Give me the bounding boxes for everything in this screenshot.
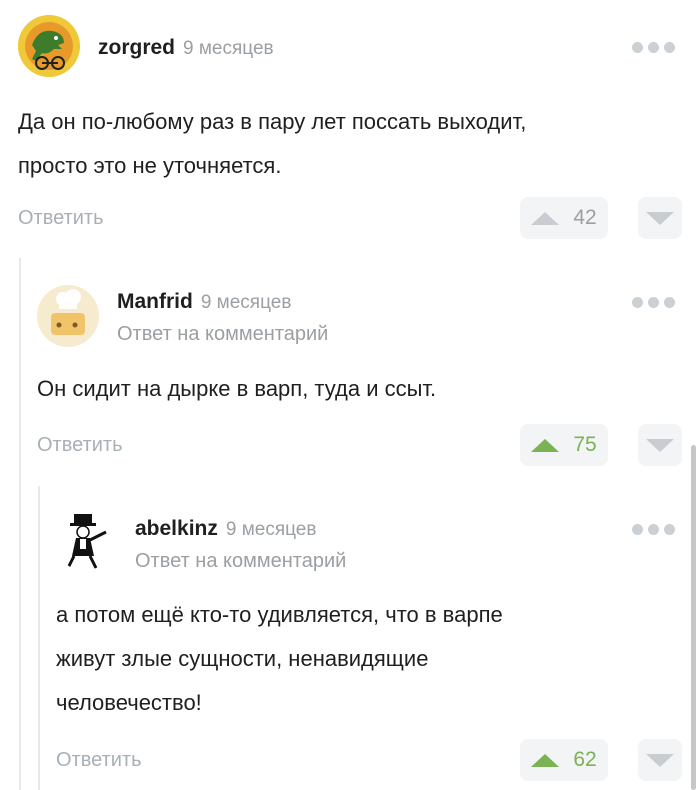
author-name[interactable]: abelkinz <box>135 517 218 540</box>
comment-time: 9 месяцев <box>200 292 292 313</box>
reply-to-comment-link[interactable]: комментарий <box>205 323 328 345</box>
downvote-icon <box>646 211 674 225</box>
monopoly-man-icon <box>56 510 118 572</box>
comment-text-line: а потом ещё кто-то удивляется, что в вар… <box>56 602 503 627</box>
comment-text-line: человечество! <box>56 690 202 715</box>
more-options-icon[interactable] <box>632 294 684 310</box>
vote-score: 62 <box>573 748 597 771</box>
more-options-icon[interactable] <box>632 39 684 55</box>
more-options-icon[interactable] <box>632 521 684 537</box>
avatar[interactable] <box>56 510 118 572</box>
reply-to-comment-link[interactable]: комментарий <box>223 550 346 572</box>
upvote-icon <box>531 753 560 767</box>
reply-button[interactable]: Ответить <box>18 207 104 230</box>
vote-score: 42 <box>573 206 597 229</box>
comment-text: Да он по-любому раз в пару лет поссать в… <box>18 100 678 188</box>
thread-line-level-2 <box>38 486 40 790</box>
reply-button[interactable]: Ответить <box>37 434 123 457</box>
upvote-button[interactable]: 75 <box>520 424 608 466</box>
avatar[interactable] <box>18 15 80 77</box>
comment-text-line: Да он по-любому раз в пару лет поссать в… <box>18 109 527 134</box>
vote-score: 75 <box>573 433 597 456</box>
comment-author[interactable]: Manfrid 9 месяцев <box>117 290 291 314</box>
comment-text-line: Он сидит на дырке в варп, туда и ссыт. <box>37 376 437 401</box>
avatar[interactable] <box>37 285 99 347</box>
comment-time: 9 месяцев <box>183 38 274 59</box>
cheese-chef-icon <box>37 285 99 347</box>
downvote-icon <box>646 438 674 452</box>
reply-button[interactable]: Ответить <box>56 749 142 772</box>
downvote-button[interactable] <box>638 197 682 239</box>
reply-to-prefix: Ответ на <box>117 323 200 345</box>
comment-text: а потом ещё кто-то удивляется, что в вар… <box>56 593 676 725</box>
comment-time: 9 месяцев <box>225 519 317 540</box>
reply-to-prefix: Ответ на <box>135 550 218 572</box>
downvote-button[interactable] <box>638 739 682 781</box>
comment-text-line: живут злые сущности, ненавидящие <box>56 646 429 671</box>
reply-to-line: Ответ на комментарий <box>117 323 328 346</box>
downvote-icon <box>646 753 674 767</box>
upvote-icon <box>531 211 560 225</box>
author-name[interactable]: zorgred <box>98 36 175 59</box>
author-name[interactable]: Manfrid <box>117 290 193 313</box>
downvote-button[interactable] <box>638 424 682 466</box>
upvote-icon <box>531 438 560 452</box>
reply-to-line: Ответ на комментарий <box>135 550 346 573</box>
upvote-button[interactable]: 62 <box>520 739 608 781</box>
comment-text-line: просто это не уточняется. <box>18 153 282 178</box>
dinosaur-icon <box>18 15 80 77</box>
thread-line-level-1 <box>19 258 21 790</box>
comment-author[interactable]: zorgred 9 месяцев <box>98 36 274 60</box>
comment-author[interactable]: abelkinz 9 месяцев <box>135 517 316 541</box>
scrollbar[interactable] <box>691 445 696 790</box>
comment-text: Он сидит на дырке в варп, туда и ссыт. <box>37 367 677 411</box>
upvote-button[interactable]: 42 <box>520 197 608 239</box>
